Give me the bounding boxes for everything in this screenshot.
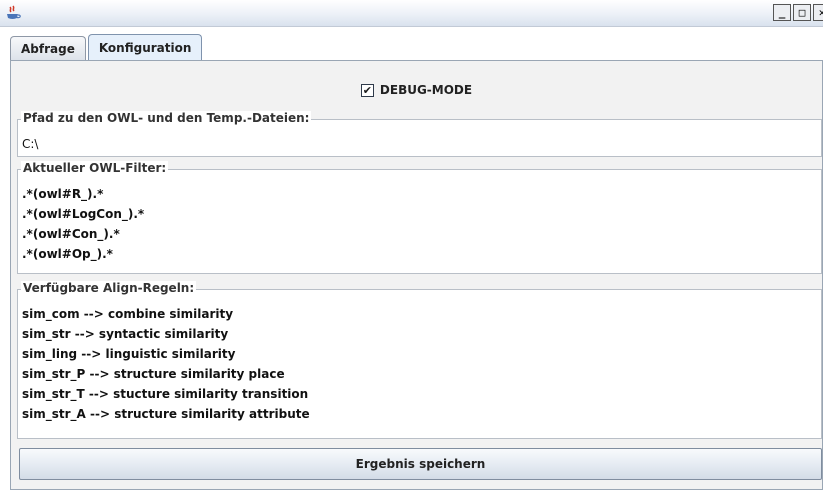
rule-line: sim_str_P --> structure similarity place: [22, 367, 285, 381]
rule-line: sim_str --> syntactic similarity: [22, 327, 229, 341]
rule-line: sim_com --> combine similarity: [22, 307, 234, 321]
path-value: C:\: [22, 137, 39, 151]
tab-konfiguration[interactable]: Konfiguration: [87, 34, 203, 60]
filter-line: .*(owl#LogCon_).*: [22, 207, 145, 221]
window-titlebar[interactable]: _ □ ✕: [0, 0, 823, 27]
tab-abfrage[interactable]: Abfrage: [10, 36, 86, 60]
debug-mode-checkbox[interactable]: ✔: [360, 83, 374, 97]
configuration-panel: ✔ DEBUG-MODE Pfad zu den OWL- und den Te…: [10, 60, 823, 490]
filter-line: .*(owl#Op_).*: [22, 247, 113, 261]
save-result-button[interactable]: Ergebnis speichern: [19, 448, 822, 480]
filter-line: .*(owl#R_).*: [22, 187, 104, 201]
rule-line: sim_str_A --> structure similarity attri…: [22, 407, 310, 421]
owl-filter-group-title: Aktueller OWL-Filter:: [21, 161, 169, 175]
minimize-button[interactable]: _: [773, 4, 791, 21]
path-group: Pfad zu den OWL- und den Temp.-Dateien: …: [17, 111, 822, 157]
align-rules-group: Verfügbare Align-Regeln: sim_com --> com…: [17, 281, 822, 439]
close-button[interactable]: ✕: [813, 4, 823, 21]
path-group-title: Pfad zu den OWL- und den Temp.-Dateien:: [21, 111, 312, 125]
tab-strip: Abfrage Konfiguration: [10, 34, 204, 60]
debug-mode-option[interactable]: ✔ DEBUG-MODE: [11, 79, 822, 101]
owl-filter-group: Aktueller OWL-Filter: .*(owl#R_).* .*(ow…: [17, 161, 822, 274]
debug-mode-label: DEBUG-MODE: [379, 83, 473, 97]
rule-line: sim_str_T --> stucture similarity transi…: [22, 387, 309, 401]
filter-line: .*(owl#Con_).*: [22, 227, 120, 241]
window-controls: _ □ ✕: [773, 4, 823, 21]
maximize-button[interactable]: □: [793, 4, 811, 21]
align-rules-group-title: Verfügbare Align-Regeln:: [21, 281, 197, 295]
rule-line: sim_ling --> linguistic similarity: [22, 347, 236, 361]
java-app-icon: [7, 5, 21, 19]
